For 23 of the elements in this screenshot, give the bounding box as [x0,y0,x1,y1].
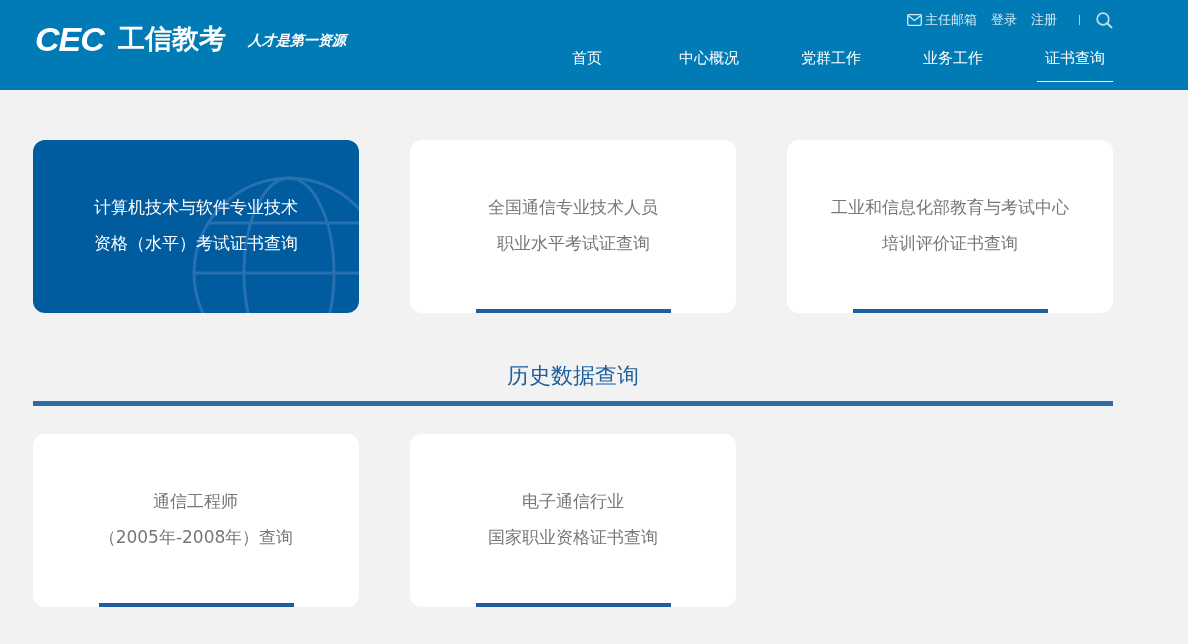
nav-tab[interactable]: 证书查询 [1037,42,1113,82]
nav-tab[interactable]: 党群工作 [793,42,869,82]
query-card[interactable]: 计算机技术与软件专业技术 资格（水平）考试证书查询 [33,140,359,313]
card-title: 计算机技术与软件专业技术 资格（水平）考试证书查询 [94,195,298,255]
query-card[interactable]: 工业和信息化部教育与考试中心 培训评价证书查询 [787,140,1113,313]
card-title: 工业和信息化部教育与考试中心 培训评价证书查询 [831,195,1069,255]
card-title: 电子通信行业 国家职业资格证书查询 [488,489,658,549]
nav-tab[interactable]: 中心概况 [671,42,747,82]
search-icon[interactable] [1096,11,1113,29]
query-card[interactable]: 电子通信行业 国家职业资格证书查询 [410,434,736,607]
mailbox-link[interactable]: 主任邮箱 [907,11,977,29]
card-title: 全国通信专业技术人员 职业水平考试证查询 [488,195,658,255]
nav-tab[interactable]: 业务工作 [915,42,991,82]
nav-tab[interactable]: 首页 [549,42,625,82]
logo-mark: CEC [34,19,106,59]
header-link[interactable]: 登录 [991,11,1017,29]
mail-icon [907,14,922,26]
query-card[interactable]: 通信工程师 （2005年-2008年）查询 [33,434,359,607]
card-title: 通信工程师 （2005年-2008年）查询 [98,489,294,549]
section-title: 历史数据查询 [33,361,1113,406]
header-link[interactable]: 注册 [1031,11,1057,29]
brand-name: 工信教考 [117,22,226,56]
query-card[interactable]: 全国通信专业技术人员 职业水平考试证查询 [410,140,736,313]
